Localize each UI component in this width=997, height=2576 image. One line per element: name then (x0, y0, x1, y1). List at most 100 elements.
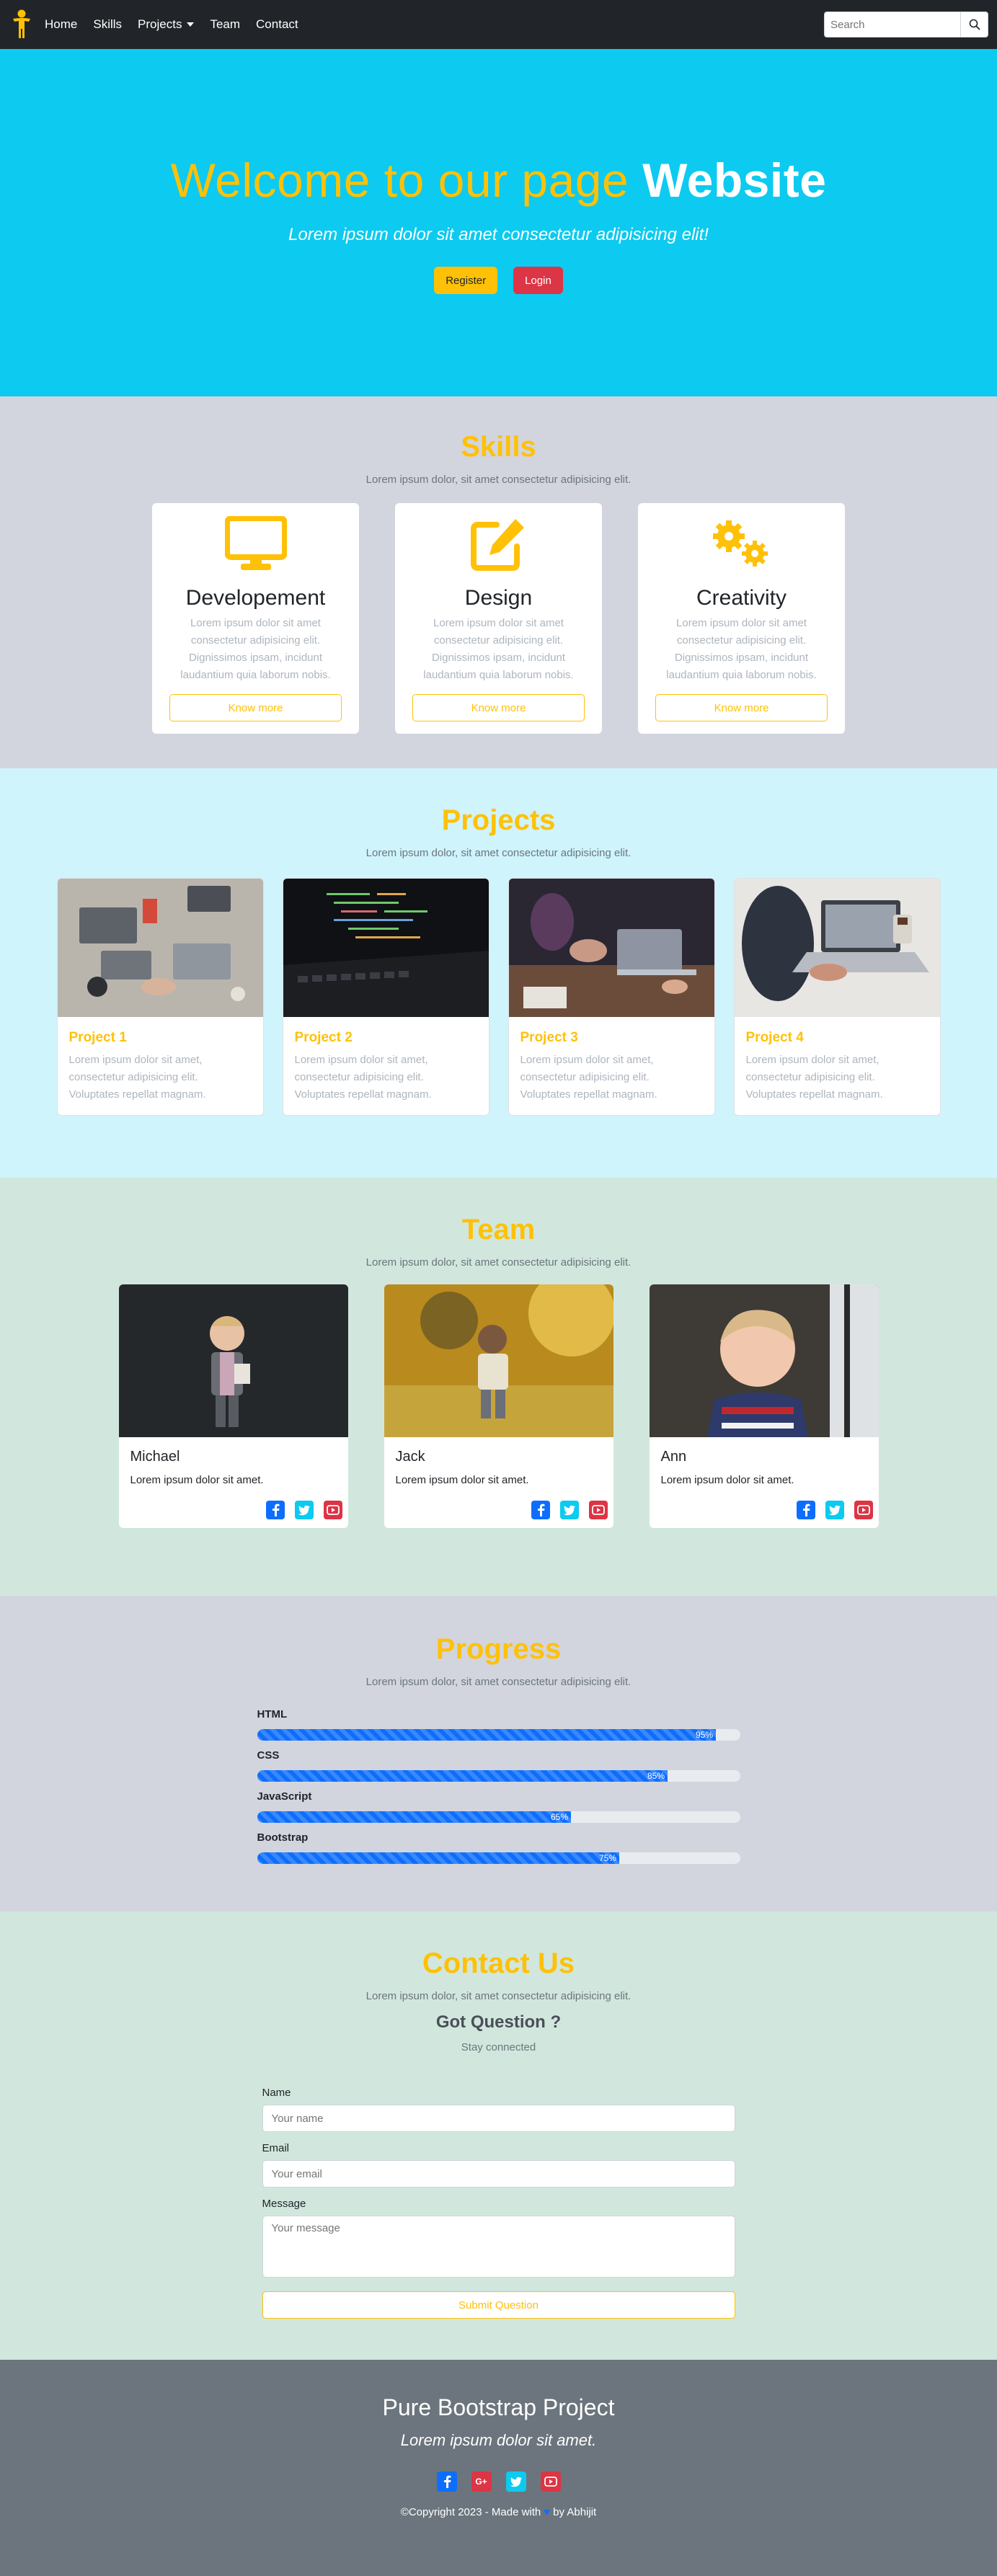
facebook-icon[interactable] (796, 1501, 815, 1519)
footer-copyright: ©Copyright 2023 - Made with ♥ by Abhijit (0, 2506, 997, 2518)
hero-title-accent: Website (642, 154, 827, 207)
nav-contact[interactable]: Contact (256, 17, 298, 32)
person-logo-icon[interactable] (9, 9, 35, 40)
footer: Pure Bootstrap Project Lorem ipsum dolor… (0, 2360, 997, 2576)
youtube-icon[interactable] (588, 1501, 608, 1519)
submit-question-button[interactable]: Submit Question (262, 2291, 735, 2319)
project-body: Project 2 Lorem ipsum dolor sit amet, co… (283, 1017, 489, 1115)
project-text: Lorem ipsum dolor sit amet, consectetur … (294, 1054, 432, 1101)
skill-title: Design (464, 586, 533, 610)
search-icon (969, 19, 980, 30)
youtube-icon[interactable] (323, 1501, 342, 1519)
progress-section: Progress Lorem ipsum dolor, sit amet con… (0, 1596, 997, 1911)
navbar: Home Skills Projects Team Contact (0, 0, 997, 49)
skill-card-design: Design Lorem ipsum dolor sit amet consec… (395, 503, 602, 734)
member-socials (265, 1501, 342, 1519)
name-field[interactable] (262, 2105, 735, 2132)
project-card[interactable]: Project 2 Lorem ipsum dolor sit amet, co… (282, 878, 489, 1116)
project-card[interactable]: Project 3 Lorem ipsum dolor sit amet, co… (508, 878, 715, 1116)
progress-fill: 65% (257, 1811, 571, 1823)
know-more-button[interactable]: Know more (169, 694, 342, 721)
google-plus-icon[interactable]: G+ (471, 2471, 492, 2492)
skills-title: Skills (461, 431, 536, 463)
progress-label: CSS (257, 1749, 280, 1762)
projects-section: Projects Lorem ipsum dolor, sit amet con… (0, 768, 997, 1178)
progress-bar-bootstrap: 75% (257, 1852, 740, 1864)
contact-title: Contact Us (422, 1947, 575, 1979)
footer-socials: G+ (0, 2471, 997, 2492)
team-photo (649, 1284, 879, 1437)
member-socials (531, 1501, 608, 1519)
monitor-icon (223, 515, 288, 570)
hero-subtitle: Lorem ipsum dolor sit amet consectetur a… (288, 225, 709, 244)
member-name: Michael (130, 1449, 180, 1465)
projects-subtitle: Lorem ipsum dolor, sit amet consectetur … (365, 847, 632, 859)
nav-team[interactable]: Team (210, 17, 240, 32)
know-more-button[interactable]: Know more (655, 694, 828, 721)
footer-subtitle: Lorem ipsum dolor sit amet. (400, 2431, 597, 2449)
email-field[interactable] (262, 2160, 735, 2188)
progress-title: Progress (435, 1633, 562, 1665)
search-button[interactable] (961, 12, 988, 37)
nav-projects-dropdown[interactable]: Projects (138, 17, 195, 32)
project-body: Project 3 Lorem ipsum dolor sit amet, co… (509, 1017, 714, 1115)
progress-fill: 95% (257, 1729, 716, 1741)
member-name: Jack (395, 1449, 425, 1465)
hero-title: Welcome to our page Website (0, 153, 997, 208)
member-name: Ann (660, 1449, 687, 1465)
progress-label: JavaScript (257, 1790, 312, 1803)
project-image-laptop (734, 879, 940, 1017)
message-label: Message (262, 2198, 306, 2210)
project-title: Project 2 (294, 1030, 353, 1045)
nav-skills[interactable]: Skills (93, 17, 122, 32)
project-text: Lorem ipsum dolor sit amet, consectetur … (68, 1054, 206, 1101)
progress-bar-javascript: 65% (257, 1811, 740, 1823)
team-card: Jack Lorem ipsum dolor sit amet. (384, 1284, 613, 1528)
progress-label: HTML (257, 1708, 288, 1720)
facebook-icon[interactable] (265, 1501, 285, 1519)
skill-text: Lorem ipsum dolor sit amet consectetur a… (423, 617, 574, 681)
facebook-icon[interactable] (436, 2471, 457, 2492)
contact-subtitle: Lorem ipsum dolor, sit amet consectetur … (365, 1990, 632, 2002)
project-image-desk (57, 879, 263, 1017)
contact-section: Contact Us Lorem ipsum dolor, sit amet c… (0, 1911, 997, 2360)
twitter-icon[interactable] (505, 2471, 526, 2492)
know-more-button[interactable]: Know more (412, 694, 585, 721)
project-card[interactable]: Project 1 Lorem ipsum dolor sit amet, co… (56, 878, 264, 1116)
search-input[interactable] (824, 12, 961, 37)
twitter-icon[interactable] (559, 1501, 579, 1519)
skill-card-development: Developement Lorem ipsum dolor sit amet … (152, 503, 359, 734)
nav-projects[interactable]: Projects (138, 17, 182, 32)
hero-buttons: Register Login (0, 267, 997, 294)
member-text: Lorem ipsum dolor sit amet. (660, 1474, 794, 1486)
hero-section: Welcome to our page Website Lorem ipsum … (0, 49, 997, 396)
project-body: Project 1 Lorem ipsum dolor sit amet, co… (58, 1017, 263, 1115)
twitter-icon[interactable] (294, 1501, 314, 1519)
team-cards: Michael Lorem ipsum dolor sit amet. Jack… (0, 1284, 997, 1528)
nav-search (824, 12, 988, 37)
heart-icon: ♥ (544, 2506, 551, 2518)
chevron-down-icon (187, 22, 195, 27)
skill-text: Lorem ipsum dolor sit amet consectetur a… (180, 617, 331, 681)
progress-fill: 75% (257, 1852, 619, 1864)
team-card: Ann Lorem ipsum dolor sit amet. (649, 1284, 879, 1528)
nav-links: Home Skills Projects Team Contact (45, 17, 298, 32)
project-card[interactable]: Project 4 Lorem ipsum dolor sit amet, co… (733, 878, 941, 1116)
twitter-icon[interactable] (825, 1501, 844, 1519)
message-field[interactable] (262, 2216, 735, 2278)
nav-home[interactable]: Home (45, 17, 77, 32)
footer-title: Pure Bootstrap Project (382, 2394, 615, 2420)
skill-card-creativity: Creativity Lorem ipsum dolor sit amet co… (638, 503, 845, 734)
youtube-icon[interactable] (854, 1501, 873, 1519)
facebook-icon[interactable] (531, 1501, 550, 1519)
progress-bar-html: 95% (257, 1729, 740, 1741)
project-image-meeting (508, 879, 714, 1017)
progress-fill: 85% (257, 1770, 668, 1782)
skill-title: Developement (185, 586, 326, 610)
team-title: Team (461, 1214, 536, 1245)
register-button[interactable]: Register (434, 267, 498, 294)
youtube-icon[interactable] (540, 2471, 561, 2492)
project-title: Project 4 (745, 1030, 804, 1045)
progress-subtitle: Lorem ipsum dolor, sit amet consectetur … (365, 1676, 632, 1688)
login-button[interactable]: Login (513, 267, 563, 294)
